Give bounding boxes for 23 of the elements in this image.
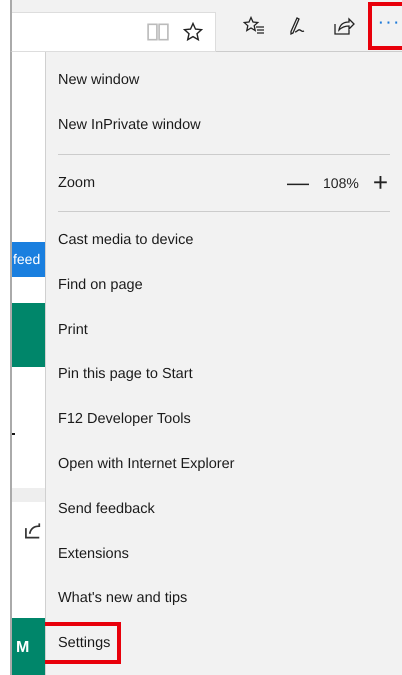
- menu-item[interactable]: F12 Developer Tools: [54, 403, 195, 436]
- menu-item[interactable]: Send feedback: [54, 492, 159, 525]
- zoom-in-button[interactable]: +: [368, 167, 392, 198]
- share-icon[interactable]: [333, 16, 355, 36]
- page-banner: [12, 303, 45, 367]
- zoom-level: 108%: [323, 174, 359, 191]
- menu-item[interactable]: Cast media to device: [54, 224, 198, 256]
- menu-item[interactable]: Print: [54, 314, 92, 346]
- menu-item[interactable]: Extensions: [54, 538, 133, 570]
- link-banner[interactable]: feed: [12, 242, 45, 277]
- address-field[interactable]: [12, 12, 216, 52]
- menu-item[interactable]: New InPrivate window: [54, 109, 205, 142]
- bottom-banner: M: [12, 618, 45, 675]
- zoom-label: Zoom: [58, 174, 96, 191]
- dot-mark: [12, 433, 15, 435]
- star-icon[interactable]: [183, 22, 203, 42]
- menu-item[interactable]: New window: [54, 64, 144, 96]
- menu-item[interactable]: Pin this page to Start: [54, 358, 197, 390]
- menu-item[interactable]: What's new and tips: [54, 582, 192, 614]
- zoom-out-button[interactable]: —: [283, 170, 313, 196]
- menu-item[interactable]: Open with Internet Explorer: [54, 448, 239, 480]
- star-list-icon[interactable]: [243, 16, 265, 36]
- menu-item[interactable]: Find on page: [54, 268, 147, 301]
